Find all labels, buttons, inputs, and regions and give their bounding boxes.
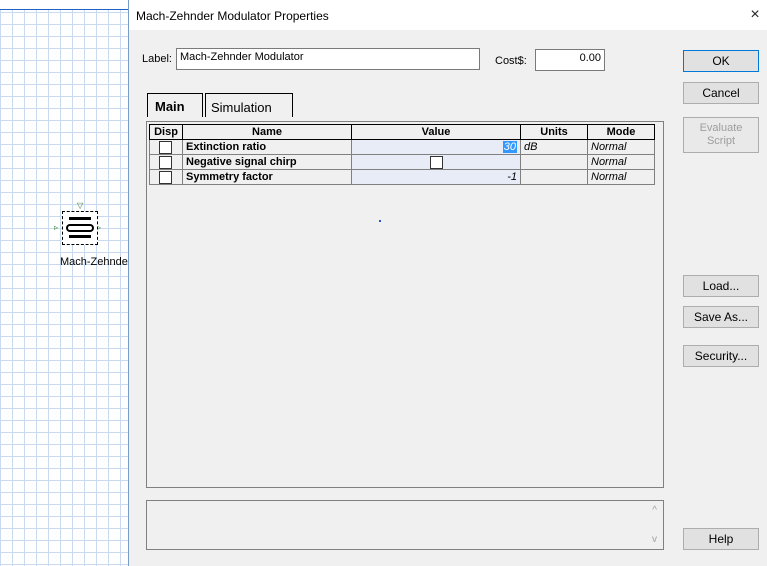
checkbox-icon[interactable] — [159, 155, 172, 169]
mode-cell[interactable]: Normal — [587, 169, 655, 185]
component-label: Mach-Zehnde — [60, 256, 128, 268]
parameter-table: Disp Name Value Units Mode Extinction ra… — [149, 124, 655, 185]
security-button[interactable]: Security... — [683, 345, 759, 367]
value-text-selected[interactable]: 30 — [502, 141, 517, 153]
modulator-arm-bottom — [69, 235, 91, 238]
disp-cell[interactable] — [149, 154, 183, 170]
column-header-name: Name — [182, 124, 352, 140]
label-input[interactable]: Mach-Zehnder Modulator — [176, 48, 480, 70]
mach-zehnder-modulator-icon — [62, 211, 98, 245]
evaluate-script-button[interactable]: Evaluate Script — [683, 117, 759, 153]
value-cell[interactable]: -1 — [351, 169, 521, 185]
tab-main[interactable]: Main — [147, 93, 203, 117]
description-box: ^ v — [146, 500, 664, 550]
mach-zehnder-modulator-component[interactable]: ▽ ▹ ▹ — [54, 202, 104, 245]
column-header-disp: Disp — [149, 124, 183, 140]
label-caption: Label: — [142, 53, 172, 65]
column-header-value: Value — [351, 124, 521, 140]
name-cell: Negative signal chirp — [182, 154, 352, 170]
cost-caption: Cost$: — [495, 55, 527, 67]
name-cell: Symmetry factor — [182, 169, 352, 185]
scroll-down-icon[interactable]: v — [652, 534, 657, 545]
tab-simulation[interactable]: Simulation — [205, 93, 293, 117]
modulator-oval — [66, 224, 94, 232]
checkbox-icon[interactable] — [159, 170, 172, 184]
units-cell — [520, 154, 588, 170]
grid-dot — [379, 220, 381, 222]
ok-button[interactable]: OK — [683, 50, 759, 72]
name-cell: Extinction ratio — [182, 139, 352, 155]
checkbox-icon[interactable] — [429, 155, 443, 169]
column-header-units: Units — [520, 124, 588, 140]
parameter-grid: Disp Name Value Units Mode Extinction ra… — [146, 121, 664, 488]
port-top-icon[interactable]: ▽ — [77, 202, 83, 210]
units-cell: dB — [520, 139, 588, 155]
value-cell[interactable] — [351, 154, 521, 170]
load-button[interactable]: Load... — [683, 275, 759, 297]
port-left-icon[interactable]: ▹ — [54, 224, 58, 232]
modulator-arm-top — [69, 217, 91, 220]
cost-input[interactable]: 0.00 — [535, 49, 605, 71]
close-icon[interactable]: × — [744, 5, 766, 25]
checkbox-icon[interactable] — [159, 140, 172, 154]
dialog-title: Mach-Zehnder Modulator Properties — [136, 9, 329, 23]
units-cell — [520, 169, 588, 185]
dialog-titlebar: Mach-Zehnder Modulator Properties × — [129, 0, 767, 30]
table-row[interactable]: Symmetry factor -1 Normal — [149, 169, 655, 185]
scroll-up-icon[interactable]: ^ — [652, 505, 657, 516]
value-cell[interactable]: 30 — [351, 139, 521, 155]
help-button[interactable]: Help — [683, 528, 759, 550]
disp-cell[interactable] — [149, 139, 183, 155]
properties-dialog: Mach-Zehnder Modulator Properties × Labe… — [128, 0, 767, 566]
table-row[interactable]: Negative signal chirp Normal — [149, 154, 655, 170]
table-header-row: Disp Name Value Units Mode — [149, 124, 655, 140]
save-as-button[interactable]: Save As... — [683, 306, 759, 328]
evaluate-label: Evaluate — [699, 122, 743, 134]
cancel-button[interactable]: Cancel — [683, 82, 759, 104]
mode-cell[interactable]: Normal — [587, 154, 655, 170]
table-row[interactable]: Extinction ratio 30 dB Normal — [149, 139, 655, 155]
script-label: Script — [706, 135, 736, 147]
mode-cell[interactable]: Normal — [587, 139, 655, 155]
disp-cell[interactable] — [149, 169, 183, 185]
column-header-mode: Mode — [587, 124, 655, 140]
canvas-top-divider — [0, 9, 128, 10]
